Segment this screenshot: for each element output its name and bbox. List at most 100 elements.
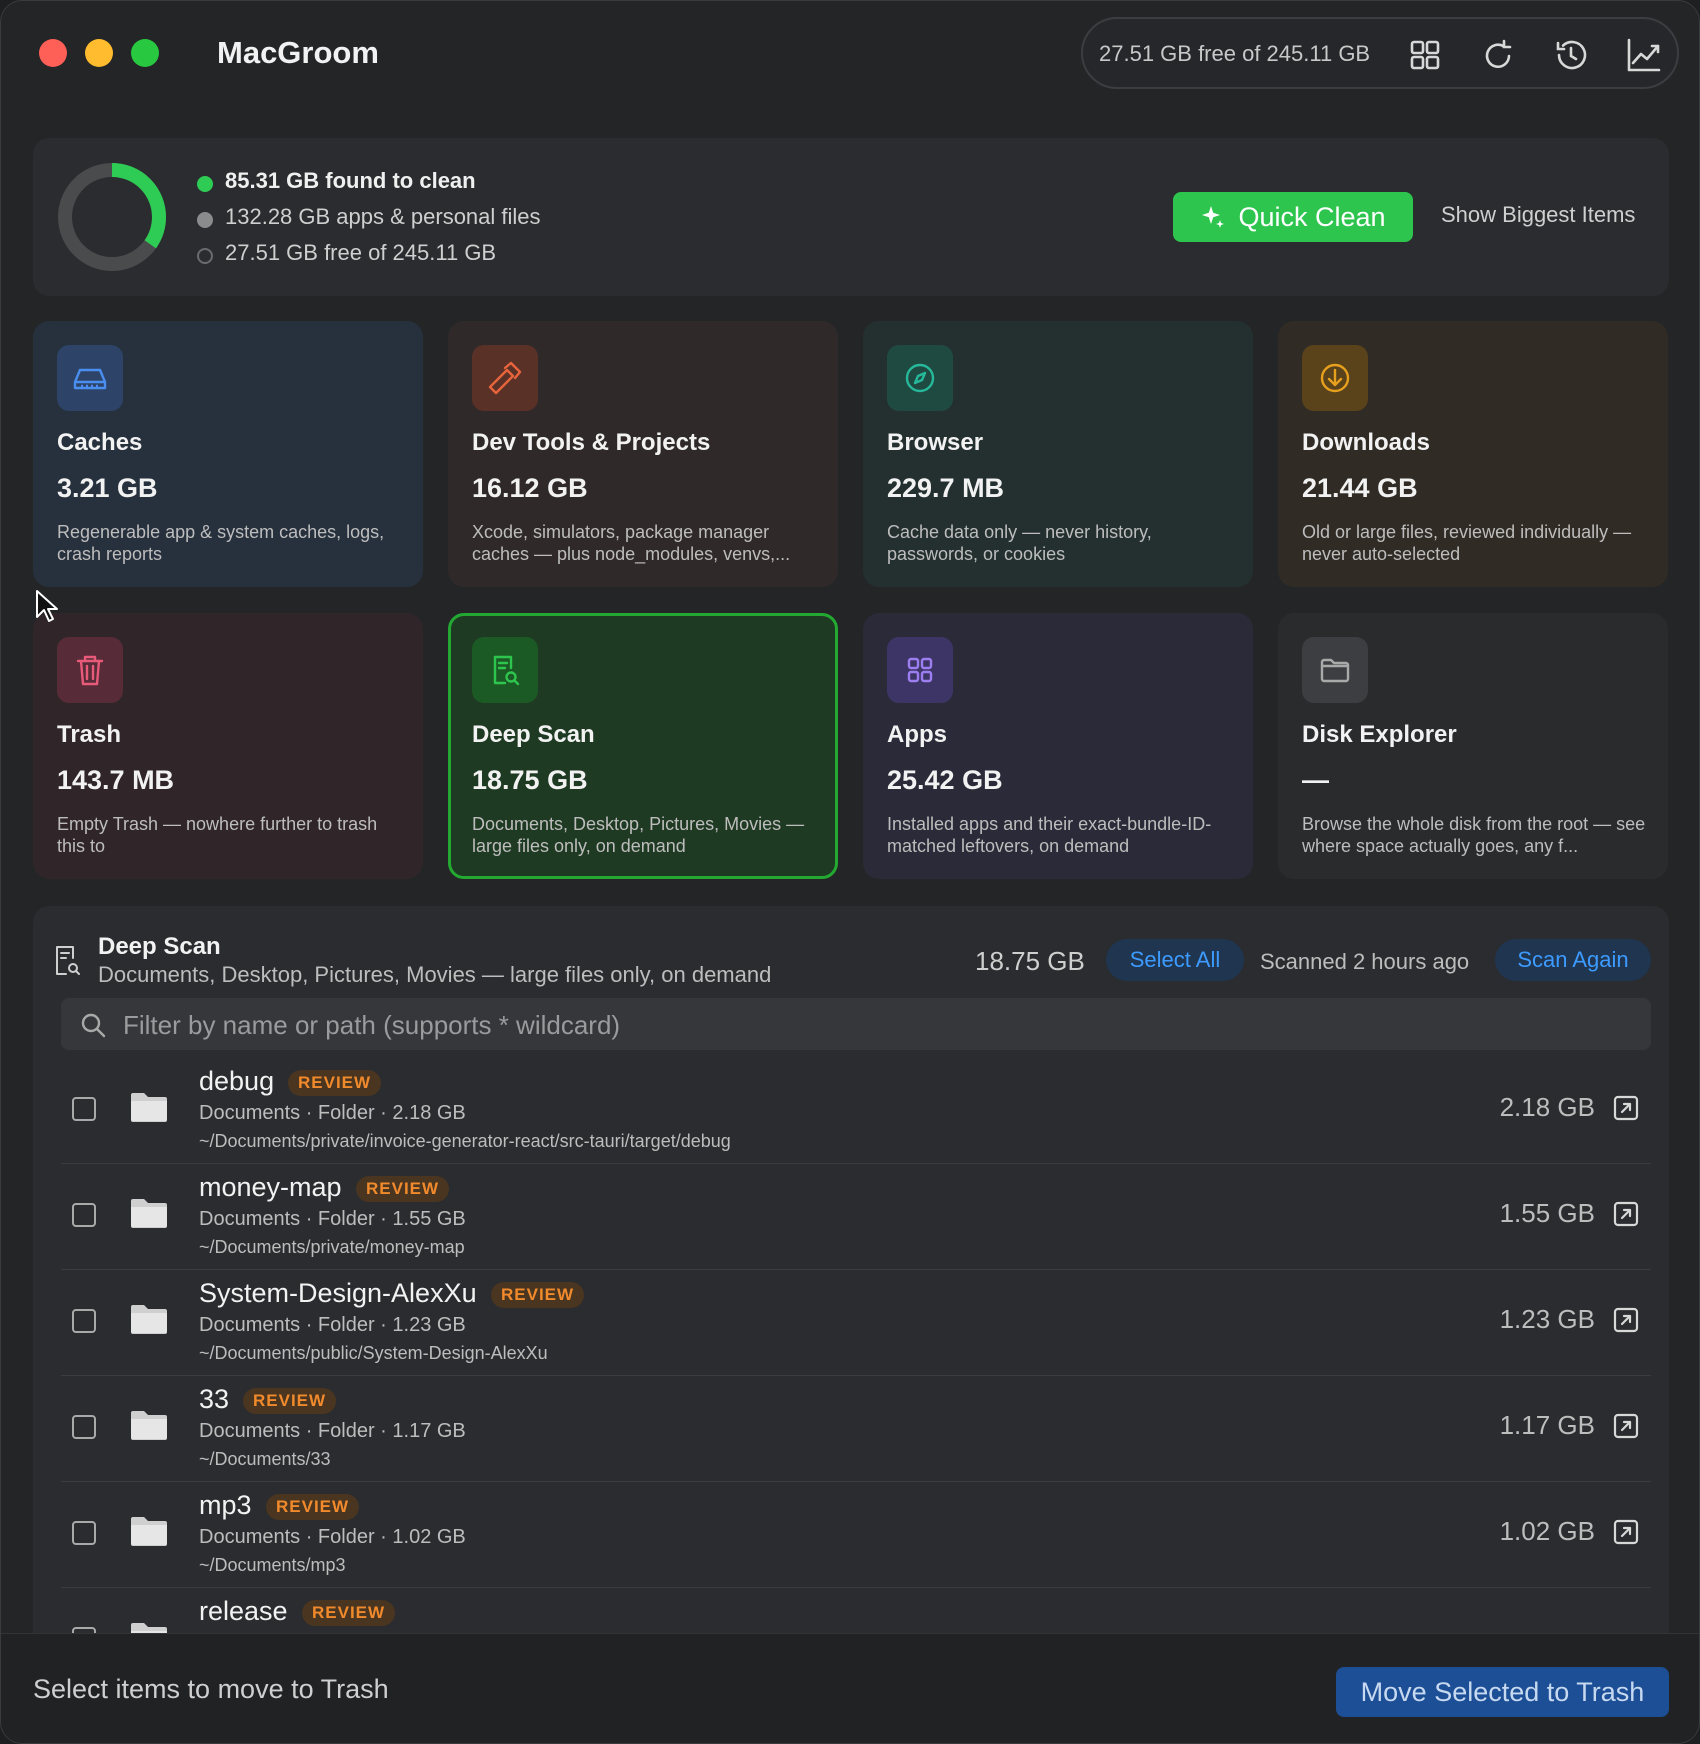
- select-all-button[interactable]: Select All: [1106, 939, 1244, 981]
- row-checkbox[interactable]: [72, 1415, 96, 1439]
- folder-icon: [131, 1199, 167, 1228]
- minimize-window-button[interactable]: [85, 39, 113, 67]
- card-size: 16.12 GB: [472, 473, 588, 503]
- apps-grid-icon: [887, 637, 953, 703]
- review-badge: REVIEW: [243, 1388, 337, 1414]
- show-biggest-items-link[interactable]: Show Biggest Items: [1441, 202, 1635, 228]
- card-downloads[interactable]: Downloads 21.44 GB Old or large files, r…: [1278, 321, 1668, 587]
- deep-scan-panel: Deep Scan Documents, Desktop, Pictures, …: [33, 906, 1669, 1646]
- apps-dot-icon: [197, 212, 213, 228]
- card-size: 21.44 GB: [1302, 473, 1418, 503]
- doc-search-icon: [472, 637, 538, 703]
- row-size: 1.23 GB: [1499, 1304, 1595, 1334]
- review-badge: REVIEW: [266, 1494, 360, 1520]
- zoom-window-button[interactable]: [131, 39, 159, 67]
- folder-icon: [131, 1411, 167, 1440]
- table-row[interactable]: debug REVIEW Documents · Folder · 2.18 GB ~…: [61, 1058, 1651, 1164]
- toolbar: 27.51 GB free of 245.11 GB: [1081, 17, 1679, 89]
- panel-title: Deep Scan: [98, 933, 221, 960]
- card-trash[interactable]: Trash 143.7 MB Empty Trash — nowhere fur…: [33, 613, 423, 879]
- card-size: 143.7 MB: [57, 765, 175, 795]
- doc-search-icon: [56, 946, 80, 975]
- history-icon[interactable]: [1551, 35, 1591, 75]
- sparkle-icon: [1202, 206, 1225, 228]
- row-checkbox[interactable]: [72, 1521, 96, 1545]
- row-name: release: [199, 1596, 288, 1626]
- card-description: Regenerable app & system caches, logs, c…: [57, 522, 385, 564]
- folder-icon: [131, 1305, 167, 1334]
- review-badge: REVIEW: [491, 1282, 585, 1308]
- card-disk-explorer[interactable]: Disk Explorer — Browse the whole disk fr…: [1278, 613, 1668, 879]
- scan-timestamp: Scanned 2 hours ago: [1260, 949, 1470, 974]
- found-dot-icon: [197, 176, 213, 192]
- reveal-in-finder-icon[interactable]: [1613, 1201, 1639, 1227]
- review-badge: REVIEW: [302, 1600, 396, 1626]
- folder-icon: [131, 1517, 167, 1546]
- scan-again-button[interactable]: Scan Again: [1495, 939, 1651, 981]
- row-path: ~/Documents/public/System-Design-AlexXu: [199, 1343, 548, 1363]
- table-row[interactable]: System-Design-AlexXu REVIEW Documents · Fo…: [61, 1270, 1651, 1376]
- reveal-in-finder-icon[interactable]: [1613, 1307, 1639, 1333]
- card-apps[interactable]: Apps 25.42 GB Installed apps and their e…: [863, 613, 1253, 879]
- trash-icon: [57, 637, 123, 703]
- card-size: 18.75 GB: [472, 765, 588, 795]
- card-name: Caches: [57, 429, 143, 456]
- row-path: ~/Documents/private/money-map: [199, 1237, 465, 1257]
- review-badge: REVIEW: [288, 1070, 382, 1096]
- filter-input[interactable]: Filter by name or path (supports * wildc…: [61, 998, 1651, 1050]
- row-meta: Documents · Folder · 1.55 GB: [199, 1208, 466, 1230]
- row-meta: Documents · Folder · 2.18 GB: [199, 1102, 466, 1124]
- card-size: 3.21 GB: [57, 473, 158, 503]
- card-size: —: [1302, 765, 1329, 795]
- card-size: 229.7 MB: [887, 473, 1005, 503]
- row-name: debug: [199, 1066, 275, 1096]
- card-dev-tools[interactable]: Dev Tools & Projects 16.12 GB Xcode, sim…: [448, 321, 838, 587]
- row-name: 33: [199, 1384, 230, 1414]
- row-checkbox[interactable]: [72, 1203, 96, 1227]
- row-path: ~/Documents/mp3: [199, 1555, 346, 1575]
- row-size: 1.55 GB: [1499, 1198, 1595, 1228]
- move-selected-to-trash-button[interactable]: Move Selected to Trash: [1336, 1667, 1669, 1717]
- card-name: Trash: [57, 721, 122, 748]
- table-row[interactable]: mp3 REVIEW Documents · Folder · 1.02 GB ~/D…: [61, 1482, 1651, 1588]
- row-meta: Documents · Folder · 1.23 GB: [199, 1314, 466, 1336]
- storage-donut-chart: [58, 163, 166, 271]
- footer-hint: Select items to move to Trash: [33, 1674, 389, 1704]
- title-bar: MacGroom 27.51 GB free of 245.11 GB: [1, 1, 1699, 105]
- reveal-in-finder-icon[interactable]: [1613, 1095, 1639, 1121]
- chart-icon[interactable]: [1624, 35, 1664, 75]
- card-name: Downloads: [1302, 429, 1431, 456]
- hammer-icon: [472, 345, 538, 411]
- card-description: Cache data only — never history, passwor…: [887, 522, 1152, 564]
- filter-placeholder: Filter by name or path (supports * wildc…: [123, 1010, 621, 1040]
- row-meta: Documents · Folder · 1.02 GB: [199, 1526, 466, 1548]
- folder-icon: [131, 1093, 167, 1122]
- table-row[interactable]: 33 REVIEW Documents · Folder · 1.17 GB ~/Do…: [61, 1376, 1651, 1482]
- grid-icon[interactable]: [1405, 35, 1445, 75]
- card-deep-scan[interactable]: Deep Scan 18.75 GB Documents, Desktop, P…: [448, 613, 838, 879]
- reveal-in-finder-icon[interactable]: [1613, 1413, 1639, 1439]
- card-browser[interactable]: Browser 229.7 MB Cache data only — never…: [863, 321, 1253, 587]
- row-name: money-map: [199, 1172, 342, 1202]
- row-checkbox[interactable]: [72, 1097, 96, 1121]
- reveal-in-finder-icon[interactable]: [1613, 1519, 1639, 1545]
- card-description: Old or large files, reviewed individuall…: [1302, 522, 1632, 564]
- row-meta: Documents · Folder · 1.17 GB: [199, 1420, 466, 1442]
- app-title: MacGroom: [217, 35, 379, 70]
- refresh-icon[interactable]: [1478, 35, 1518, 75]
- file-list: debug REVIEW Documents · Folder · 2.18 GB ~…: [61, 1058, 1651, 1646]
- table-row[interactable]: money-map REVIEW Documents · Folder · 1.55…: [61, 1164, 1651, 1270]
- card-description: Documents, Desktop, Pictures, Movies — l…: [472, 814, 805, 856]
- card-description: Empty Trash — nowhere further to trash t…: [57, 814, 378, 856]
- row-checkbox[interactable]: [72, 1309, 96, 1333]
- toolbar-free-space: 27.51 GB free of 245.11 GB: [1099, 41, 1371, 66]
- download-icon: [1302, 345, 1368, 411]
- card-size: 25.42 GB: [887, 765, 1003, 795]
- card-caches[interactable]: Caches 3.21 GB Regenerable app & system …: [33, 321, 423, 587]
- panel-subtitle: Documents, Desktop, Pictures, Movies — l…: [98, 962, 772, 987]
- card-name: Browser: [887, 429, 984, 456]
- quick-clean-button[interactable]: Quick Clean: [1173, 192, 1413, 242]
- close-window-button[interactable]: [39, 39, 67, 67]
- row-path: ~/Documents/private/invoice-generator-re…: [199, 1131, 731, 1151]
- app-window: MacGroom 27.51 GB free of 245.11 GB 85.3…: [0, 0, 1700, 1744]
